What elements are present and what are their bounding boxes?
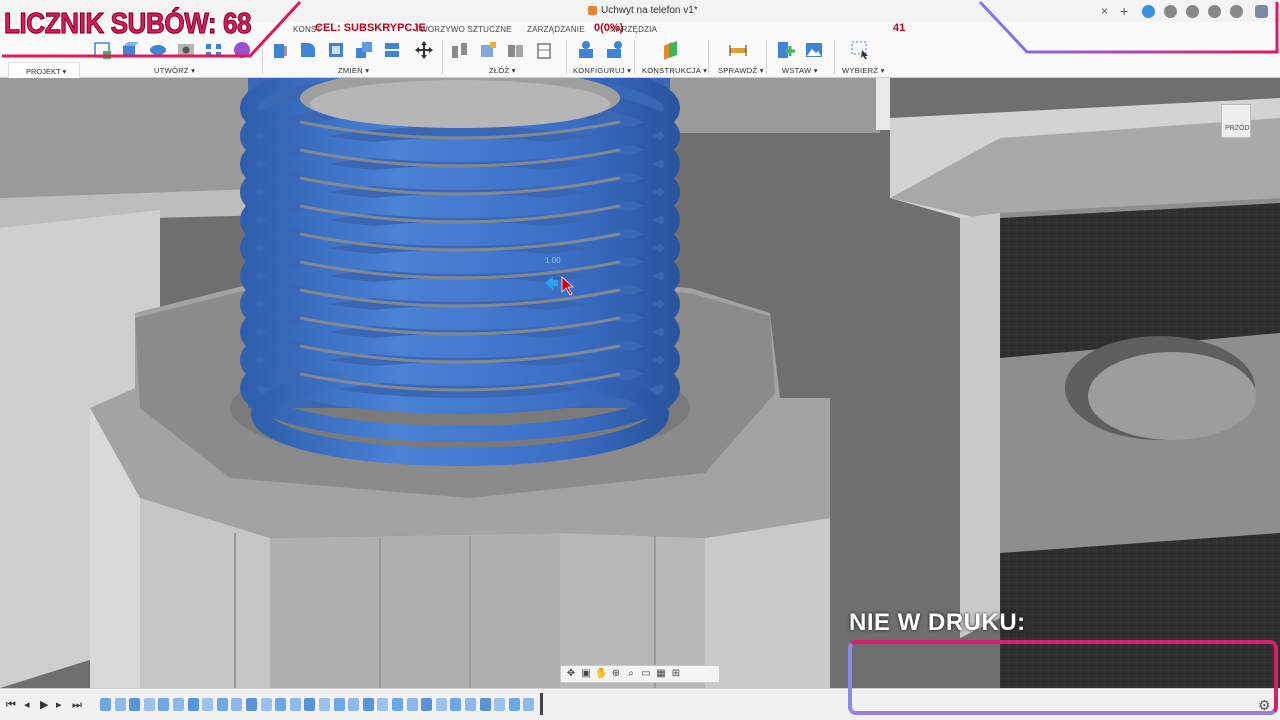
configure-icon[interactable] [604, 40, 624, 60]
timeline-feature-icon[interactable] [421, 698, 433, 711]
pan-icon[interactable]: ✋ [595, 668, 607, 680]
ribbon-divider [766, 40, 767, 74]
tab-zarzadzanie[interactable]: ZARZĄDZANIE [527, 25, 585, 34]
viewports-icon[interactable]: ⊞ [670, 668, 682, 680]
tab-tworzywo[interactable]: TWORZYWO SZTUCZNE [415, 25, 512, 34]
timeline-feature-icon[interactable] [158, 698, 170, 711]
group-create[interactable]: UTWÓRZ ▾ [154, 66, 195, 75]
timeline-feature-icon[interactable] [100, 698, 111, 711]
as-built-joint-icon[interactable] [506, 40, 526, 60]
timeline-feature-icon[interactable] [523, 698, 535, 711]
joint-origin-icon[interactable] [534, 40, 554, 60]
timeline-feature-icon[interactable] [187, 698, 199, 711]
play-icon[interactable]: ▶ [40, 699, 48, 711]
timeline-feature-icon[interactable] [275, 698, 287, 711]
document-title: Uchwyt na telefon v1* [601, 5, 698, 16]
parameters-icon[interactable] [576, 40, 596, 60]
look-at-icon[interactable]: ▣ [580, 668, 592, 680]
ribbon-divider [566, 40, 567, 74]
timeline-feature-icon[interactable] [173, 698, 184, 711]
canvas-viewport[interactable]: 1.00 PRZÓD [0, 78, 1280, 688]
navigation-bar: ✥ ▣ ✋ ⊕ ⌕ ▭ ▦ ⊞ [560, 665, 720, 683]
view-cube[interactable]: PRZÓD [1221, 104, 1251, 138]
fusion-window: Uchwyt na telefon v1* × + PROJEKT ▾ KONS… [0, 0, 1280, 720]
ribbon-divider [442, 40, 443, 74]
group-assemble[interactable]: ZŁÓŻ ▾ [489, 66, 516, 75]
timeline-feature-icon[interactable] [202, 698, 214, 711]
shell-icon[interactable] [326, 40, 346, 60]
group-construct[interactable]: KONSTRUKCJA ▾ [642, 66, 707, 75]
timeline-feature-icon[interactable] [231, 698, 243, 711]
timeline-feature-icon[interactable] [319, 698, 330, 711]
goal-target: 41 [893, 22, 906, 34]
thread-body [240, 78, 680, 466]
orbit-icon[interactable]: ✥ [565, 668, 577, 680]
joint-icon[interactable] [450, 40, 470, 60]
measure-icon[interactable] [728, 40, 748, 60]
construction-plane-icon[interactable] [660, 40, 680, 60]
project-label: PROJEKT ▾ [26, 67, 67, 76]
play-first-icon[interactable]: ⏮ [6, 699, 16, 711]
document-icon [588, 6, 597, 15]
timeline-feature-icon[interactable] [129, 698, 141, 711]
not-printed-label: NIE W DRUKU: [849, 609, 1026, 636]
timeline-marker[interactable] [540, 693, 543, 715]
play-last-icon[interactable]: ⏭ [72, 699, 82, 711]
document-tab[interactable]: Uchwyt na telefon v1* [588, 5, 698, 16]
ribbon-divider [634, 40, 635, 74]
timeline-feature-icon[interactable] [304, 698, 316, 711]
goal-progress: 0(0%) [594, 22, 624, 34]
timeline-feature-icon[interactable] [216, 698, 228, 711]
timeline-feature-icon[interactable] [450, 698, 462, 711]
ribbon-divider [708, 40, 709, 74]
goal-label: CEL: SUBSKRYPCJE [315, 22, 426, 34]
timeline-feature-icon[interactable] [494, 698, 506, 711]
play-next-icon[interactable]: ▸ [56, 699, 62, 711]
timeline-feature-icon[interactable] [508, 698, 520, 711]
timeline-feature-icon[interactable] [114, 698, 126, 711]
select-icon[interactable] [850, 40, 870, 60]
group-insert[interactable]: WSTAW ▾ [782, 66, 818, 75]
top-right-frame [978, 0, 1279, 54]
timeline-feature-icon[interactable] [392, 698, 403, 711]
split-icon[interactable] [382, 40, 402, 60]
group-select[interactable]: WYBIERZ ▾ [842, 66, 885, 75]
display-settings-icon[interactable]: ▭ [640, 668, 652, 680]
timeline-feature-icon[interactable] [465, 698, 476, 711]
timeline-feature-icon[interactable] [333, 698, 345, 711]
timeline-feature-icon[interactable] [406, 698, 418, 711]
timeline-feature-icon[interactable] [435, 698, 447, 711]
ribbon-divider [834, 40, 835, 74]
timeline-feature-icon[interactable] [246, 698, 257, 711]
timeline-feature-icon[interactable] [260, 698, 272, 711]
group-inspect[interactable]: SPRAWDŹ ▾ [718, 66, 764, 75]
dimension-value[interactable]: 1.00 [545, 256, 561, 265]
timeline-feature-icon[interactable] [377, 698, 389, 711]
grid-settings-icon[interactable]: ▦ [655, 668, 667, 680]
timeline-feature-icon[interactable] [348, 698, 360, 711]
fit-icon[interactable]: ⌕ [625, 668, 637, 680]
model-render [0, 78, 1280, 688]
zoom-icon[interactable]: ⊕ [610, 668, 622, 680]
timeline-feature-icon[interactable] [479, 698, 491, 711]
timeline-feature-icon[interactable] [362, 698, 374, 711]
view-cube-face-label: PRZÓD [1225, 125, 1250, 132]
new-component-icon[interactable] [478, 40, 498, 60]
insert-derive-icon[interactable] [776, 40, 796, 60]
timeline-feature-icon[interactable] [289, 698, 301, 711]
timeline-feature-icon[interactable] [143, 698, 155, 711]
move-icon[interactable] [414, 40, 434, 60]
group-configure[interactable]: KONFIGURUJ ▾ [573, 66, 631, 75]
sub-counter: LICZNIK SUBÓW: 68 [4, 8, 252, 41]
group-modify[interactable]: ZMIEŃ ▾ [338, 66, 369, 75]
play-prev-icon[interactable]: ◂ [24, 699, 30, 711]
not-printed-frame [848, 640, 1278, 715]
insert-image-icon[interactable] [804, 40, 824, 60]
combine-icon[interactable] [354, 40, 374, 60]
